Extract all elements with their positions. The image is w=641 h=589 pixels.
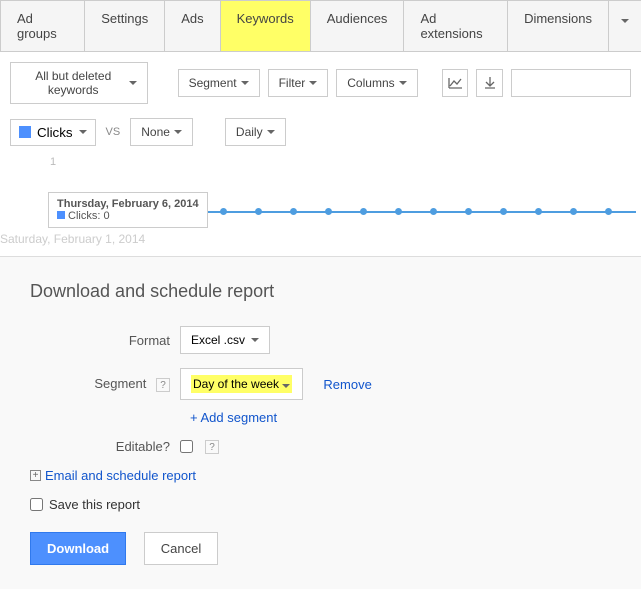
format-value: Excel .csv — [191, 333, 245, 347]
segment-text: Segment — [94, 376, 146, 391]
data-point — [500, 208, 507, 215]
filter-label: Filter — [279, 76, 306, 90]
download-submit-button[interactable]: Download — [30, 532, 126, 565]
segment-value: Day of the week — [193, 377, 279, 391]
data-point — [220, 208, 227, 215]
tab-audiences[interactable]: Audiences — [310, 0, 405, 51]
chevron-down-icon — [399, 81, 407, 85]
interval-label: Daily — [236, 125, 263, 139]
tab-ads[interactable]: Ads — [164, 0, 220, 51]
tooltip-date: Thursday, February 6, 2014 — [57, 198, 199, 210]
email-schedule-label: Email and schedule report — [45, 468, 196, 483]
tab-keywords[interactable]: Keywords — [220, 0, 311, 51]
keyword-filter-label: All but deleted keywords — [21, 69, 125, 97]
vs-label: VS — [106, 126, 121, 138]
format-dropdown[interactable]: Excel .csv — [180, 326, 270, 354]
chevron-down-icon — [309, 81, 317, 85]
tab-settings[interactable]: Settings — [84, 0, 165, 51]
chart-toggle-button[interactable] — [442, 69, 469, 97]
data-point — [325, 208, 332, 215]
help-icon[interactable]: ? — [156, 378, 170, 392]
chart-icon — [447, 76, 463, 90]
tooltip-value: Clicks: 0 — [68, 210, 110, 222]
save-report-checkbox[interactable] — [30, 498, 43, 511]
segment-dropdown[interactable]: Segment — [178, 69, 260, 97]
y-axis-tick: 1 — [50, 156, 56, 168]
main-tabs: Ad groups Settings Ads Keywords Audience… — [0, 0, 641, 52]
download-button[interactable] — [476, 69, 503, 97]
cancel-button[interactable]: Cancel — [144, 532, 218, 565]
columns-label: Columns — [347, 76, 394, 90]
email-schedule-toggle[interactable]: + Email and schedule report — [30, 468, 611, 483]
tab-more[interactable] — [608, 0, 641, 51]
tab-ad-extensions[interactable]: Ad extensions — [403, 0, 508, 51]
keyword-filter-dropdown[interactable]: All but deleted keywords — [10, 62, 148, 104]
data-point — [535, 208, 542, 215]
chart-controls: Clicks VS None Daily — [0, 114, 641, 156]
data-point — [605, 208, 612, 215]
dialog-title: Download and schedule report — [30, 281, 611, 302]
chevron-down-icon — [251, 338, 259, 342]
data-point — [570, 208, 577, 215]
search-input[interactable] — [511, 69, 631, 97]
primary-metric-dropdown[interactable]: Clicks — [10, 119, 96, 146]
editable-label: Editable? — [30, 439, 180, 454]
metric-label: Clicks — [37, 125, 73, 140]
data-point — [430, 208, 437, 215]
data-point — [465, 208, 472, 215]
tab-dimensions[interactable]: Dimensions — [507, 0, 609, 51]
compare-label: None — [141, 125, 170, 139]
data-point — [290, 208, 297, 215]
chevron-down-icon — [621, 19, 629, 23]
columns-dropdown[interactable]: Columns — [336, 69, 417, 97]
segment-value-dropdown[interactable]: Day of the week — [180, 368, 303, 400]
chevron-down-icon — [241, 81, 249, 85]
tooltip-swatch — [57, 211, 65, 219]
filter-dropdown[interactable]: Filter — [268, 69, 329, 97]
chevron-down-icon — [267, 130, 275, 134]
data-point — [395, 208, 402, 215]
expand-icon: + — [30, 470, 41, 481]
save-report-label: Save this report — [49, 497, 140, 512]
metric-color-swatch — [19, 126, 31, 138]
tab-ad-groups[interactable]: Ad groups — [0, 0, 85, 51]
help-icon[interactable]: ? — [205, 440, 219, 454]
format-label: Format — [30, 333, 180, 348]
chevron-down-icon — [129, 81, 137, 85]
chevron-down-icon — [282, 384, 290, 388]
chart: 1 Thursday, February 6, 2014 Clicks: 0 S… — [0, 156, 641, 246]
data-point — [360, 208, 367, 215]
add-segment-link[interactable]: + Add segment — [190, 410, 277, 425]
toolbar: All but deleted keywords Segment Filter … — [0, 52, 641, 114]
compare-metric-dropdown[interactable]: None — [130, 118, 193, 146]
data-point — [255, 208, 262, 215]
editable-checkbox[interactable] — [180, 440, 193, 453]
segment-row-label: Segment ? — [30, 376, 180, 392]
chevron-down-icon — [79, 130, 87, 134]
x-axis-start-label: Saturday, February 1, 2014 — [0, 232, 145, 246]
chart-tooltip: Thursday, February 6, 2014 Clicks: 0 — [48, 192, 208, 228]
chevron-down-icon — [174, 130, 182, 134]
remove-segment-link[interactable]: Remove — [323, 377, 371, 392]
interval-dropdown[interactable]: Daily — [225, 118, 286, 146]
segment-label: Segment — [189, 76, 237, 90]
download-schedule-dialog: Download and schedule report Format Exce… — [0, 256, 641, 589]
download-icon — [483, 76, 497, 90]
